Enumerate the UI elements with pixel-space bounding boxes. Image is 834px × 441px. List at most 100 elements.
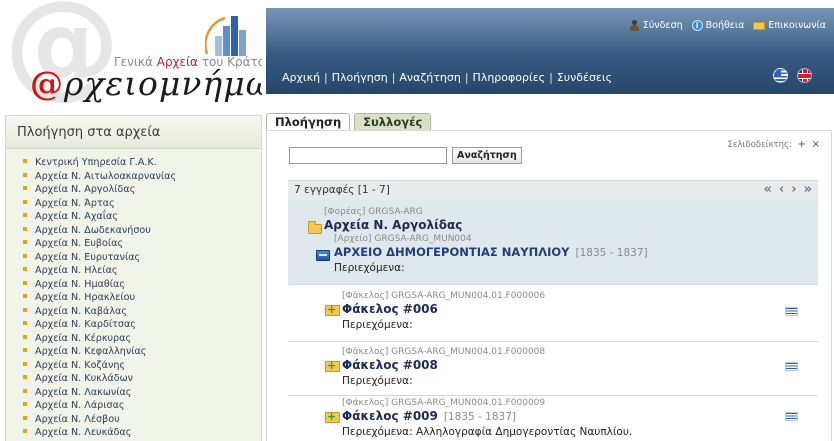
- bullet-icon: [23, 240, 27, 244]
- help-icon: i: [691, 20, 703, 31]
- nav-info[interactable]: Πληροφορίες: [473, 71, 546, 84]
- sidebar-item[interactable]: Αρχεία Ν. Λάρισας: [23, 399, 261, 413]
- login-link[interactable]: Σύνδεση: [629, 20, 683, 31]
- sidebar-item[interactable]: Αρχεία Ν. Καβάλας: [23, 305, 261, 319]
- folder-icon: [308, 221, 322, 234]
- nav-home[interactable]: Αρχική: [282, 71, 320, 84]
- record-contents: Περιεχόμενα: Αλληλογραφία Δημογεροντίας …: [342, 426, 633, 438]
- bookmarks: Σελιδοδείκτης: + ×: [727, 139, 821, 150]
- bullet-icon: [23, 213, 27, 217]
- bullet-icon: [23, 402, 27, 406]
- bullet-icon: [23, 307, 27, 312]
- language-switcher: [773, 68, 812, 83]
- folder-add-icon: [325, 410, 340, 423]
- bullet-icon: [23, 186, 27, 190]
- folder-add-icon: [325, 359, 340, 372]
- record-meta: [Φάκελος] GRGSA-ARG_MUN004.01.F000006: [342, 291, 546, 301]
- greek-flag-icon[interactable]: [785, 307, 798, 316]
- uk-flag-icon[interactable]: [797, 68, 812, 83]
- sidebar-item[interactable]: Αρχεία Ν. Ηρακλείου: [23, 291, 261, 305]
- archive-icon: [316, 250, 330, 261]
- contact-link[interactable]: Επικοινωνία: [753, 20, 826, 31]
- greek-flag-icon[interactable]: [785, 362, 798, 371]
- sidebar-item[interactable]: Αρχεία Ν. Κεφαλληνίας: [23, 345, 261, 359]
- nav-separator: |: [549, 71, 553, 84]
- nav-separator: |: [391, 71, 396, 84]
- search-input[interactable]: [289, 147, 447, 164]
- user-icon: [629, 20, 640, 31]
- logo-brand: @ρχειομνήμων: [30, 64, 262, 103]
- sidebar-item[interactable]: Αρχεία Ν. Λακωνίας: [23, 386, 261, 400]
- sidebar-item[interactable]: Αρχεία Ν. Κέρκυρας: [23, 332, 261, 346]
- sidebar-item[interactable]: Αρχεία Ν. Ευρυτανίας: [23, 251, 261, 265]
- record-contents: Περιεχόμενα:: [334, 262, 405, 274]
- record-title[interactable]: Αρχεία Ν. Αργολίδας: [324, 218, 462, 232]
- content-panel: Σελιδοδείκτης: + × Αναζήτηση 7 εγγραφές …: [266, 130, 832, 441]
- sidebar-item[interactable]: Αρχεία Ν. Άρτας: [23, 197, 261, 211]
- results-bar: 7 εγγραφές [1 - 7] « ‹ › »: [288, 180, 818, 200]
- record-title[interactable]: Φάκελος #009 [1835 - 1837]: [342, 409, 516, 423]
- sidebar-item[interactable]: Αρχεία Ν. Αιτωλοακαρνανίας: [23, 170, 261, 184]
- greek-flag-icon[interactable]: [773, 68, 788, 83]
- sidebar-item[interactable]: Αρχεία Ν. Καρδίτσας: [23, 318, 261, 332]
- pager-prev-icon[interactable]: ‹: [779, 182, 784, 197]
- bullet-icon: [23, 253, 27, 258]
- pager-next-icon[interactable]: ›: [791, 182, 796, 197]
- bullet-icon: [23, 348, 27, 352]
- tab-browse[interactable]: Πλοήγηση: [266, 113, 351, 131]
- record-item: [Φάκελος] GRGSA-ARG_MUN004.01.F000006 Φά…: [288, 288, 818, 340]
- bullet-icon: [23, 294, 27, 298]
- record-title[interactable]: Φάκελος #008: [342, 358, 444, 372]
- nav-separator: |: [464, 71, 469, 84]
- search-button[interactable]: Αναζήτηση: [452, 147, 522, 164]
- pager: « ‹ › »: [763, 182, 812, 197]
- tab-collections[interactable]: Συλλογές: [354, 113, 432, 131]
- bullet-icon: [23, 321, 27, 325]
- nav-separator: |: [324, 71, 328, 84]
- sidebar-item[interactable]: Αρχεία Ν. Λευκάδας: [23, 426, 261, 440]
- bullet-icon: [23, 159, 27, 163]
- sidebar-item[interactable]: Κεντρική Υπηρεσία Γ.Α.Κ.: [23, 156, 261, 170]
- bullet-icon: [23, 361, 27, 366]
- nav-links[interactable]: Συνδέσεις: [557, 71, 612, 84]
- sidebar-item[interactable]: Αρχεία Ν. Λέσβου: [23, 413, 261, 427]
- result-count: 7 εγγραφές [1 - 7]: [294, 184, 390, 196]
- sidebar: Πλοήγηση στα αρχεία Κεντρική Υπηρεσία Γ.…: [5, 115, 262, 441]
- sidebar-item[interactable]: Αρχεία Ν. Κυκλάδων: [23, 372, 261, 386]
- record-divider: [288, 395, 818, 396]
- site-logo[interactable]: @ Γενικά Αρχεία του Κράτους @ρχειομνήμων: [0, 0, 262, 112]
- sidebar-title: Πλοήγηση στα αρχεία: [6, 116, 261, 149]
- bullet-icon: [23, 429, 27, 433]
- bullet-icon: [23, 280, 27, 285]
- record-contents: Περιεχόμενα:: [342, 375, 413, 387]
- bookmark-remove-icon[interactable]: ×: [812, 139, 820, 150]
- sidebar-archive-list: Κεντρική Υπηρεσία Γ.Α.Κ. Αρχεία Ν. Αιτωλ…: [6, 149, 261, 440]
- sidebar-item[interactable]: Αρχεία Ν. Κοζάνης: [23, 359, 261, 373]
- record-title[interactable]: ΑΡΧΕΙΟ ΔΗΜΟΓΕΡΟΝΤΙΑΣ ΝΑΥΠΛΙΟΥ [1835 - 183…: [334, 245, 648, 259]
- folder-add-icon: [325, 303, 340, 316]
- sidebar-item[interactable]: Αρχεία Ν. Αχαΐας: [23, 210, 261, 224]
- sidebar-item[interactable]: Αρχεία Ν. Ευβοίας: [23, 237, 261, 251]
- bullet-icon: [23, 388, 27, 393]
- record-group: [Φορέας] GRGSA-ARG Αρχεία Ν. Αργολίδας […: [288, 200, 818, 285]
- nav-search[interactable]: Αναζήτηση: [399, 71, 460, 84]
- bullet-icon: [23, 172, 27, 177]
- bullet-icon: [23, 199, 27, 204]
- record-item: [Φάκελος] GRGSA-ARG_MUN004.01.F000008 Φά…: [288, 344, 818, 396]
- sidebar-item[interactable]: Αρχεία Ν. Ηλείας: [23, 264, 261, 278]
- bookmark-add-icon[interactable]: +: [798, 139, 806, 150]
- record-meta: [Φορέας] GRGSA-ARG: [324, 207, 423, 217]
- sidebar-item[interactable]: Αρχεία Ν. Ημαθίας: [23, 278, 261, 292]
- sidebar-item[interactable]: Αρχεία Ν. Αργολίδας: [23, 183, 261, 197]
- header-bar: Σύνδεση i Βοήθεια Επικοινωνία Αρχική | Πλοή…: [266, 8, 834, 94]
- record-meta: [Φάκελος] GRGSA-ARG_MUN004.01.F000009: [342, 398, 546, 408]
- help-link[interactable]: i Βοήθεια: [691, 20, 744, 31]
- pager-last-icon[interactable]: »: [804, 182, 812, 197]
- greek-flag-icon[interactable]: [785, 412, 798, 421]
- nav-browse[interactable]: Πλοήγηση: [332, 71, 388, 84]
- sidebar-item[interactable]: Αρχεία Ν. Δωδεκανήσου: [23, 224, 261, 238]
- record-title[interactable]: Φάκελος #006: [342, 302, 444, 316]
- bullet-icon: [23, 375, 27, 379]
- record-contents: Περιεχόμενα:: [342, 319, 413, 331]
- pager-first-icon[interactable]: «: [763, 182, 771, 197]
